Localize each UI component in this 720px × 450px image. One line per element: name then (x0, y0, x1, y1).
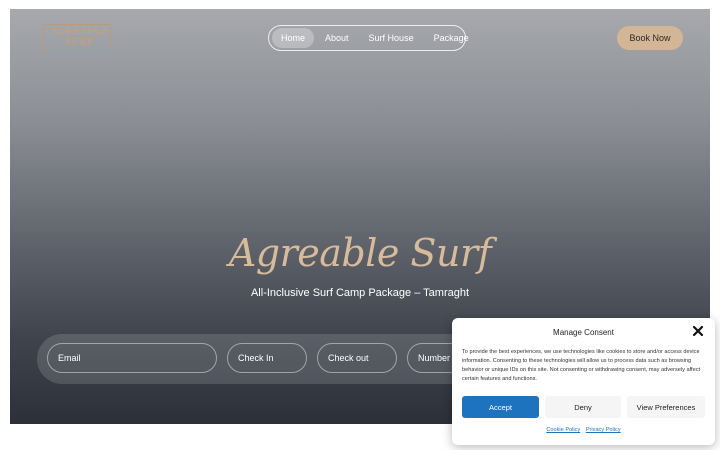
cookie-policy-link[interactable]: Cookie Policy (546, 427, 580, 433)
site-logo[interactable]: AGREABLE SURF (43, 24, 111, 52)
page: AGREABLE SURF Home About Surf House Pack… (0, 0, 720, 450)
logo-line-1: AGREABLE (51, 27, 108, 37)
privacy-policy-link[interactable]: Privacy Policy (586, 427, 621, 433)
close-icon[interactable] (692, 325, 704, 337)
nav-item-about[interactable]: About (316, 28, 358, 48)
consent-title: Manage Consent (553, 328, 614, 337)
hero-subtitle: All-Inclusive Surf Camp Package – Tamrag… (250, 287, 470, 299)
hero-title: Agreable Surf (228, 231, 492, 275)
logo-line-2: SURF (64, 38, 94, 48)
cookie-consent-dialog: Manage Consent To provide the best exper… (452, 318, 715, 445)
nav-item-surf-house[interactable]: Surf House (360, 28, 423, 48)
check-in-field[interactable]: Check In (227, 343, 307, 373)
consent-links: Cookie Policy Privacy Policy (452, 427, 715, 433)
main-nav: Home About Surf House Package (268, 25, 469, 51)
view-preferences-button[interactable]: View Preferences (627, 396, 705, 418)
accept-button[interactable]: Accept (462, 396, 539, 418)
deny-button[interactable]: Deny (545, 396, 621, 418)
nav-item-package[interactable]: Package (425, 28, 478, 48)
book-now-button[interactable]: Book Now (617, 26, 683, 50)
email-field[interactable]: Email (47, 343, 217, 373)
logo-text: AGREABLE SURF (51, 27, 108, 49)
nav-item-home[interactable]: Home (272, 28, 315, 48)
check-out-field[interactable]: Check out (317, 343, 397, 373)
consent-description: To provide the best experiences, we use … (462, 349, 701, 382)
